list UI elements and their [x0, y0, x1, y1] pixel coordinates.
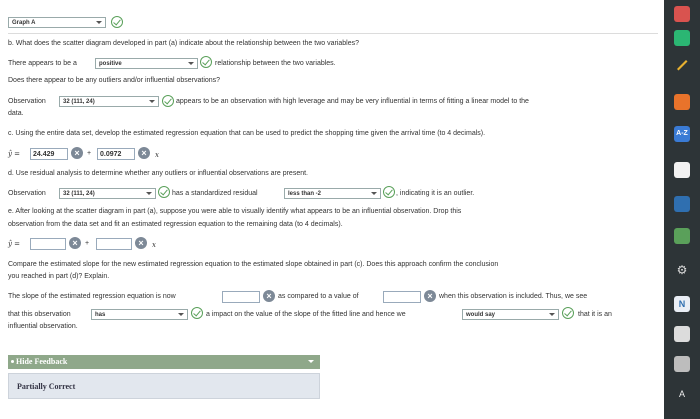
graph-correct-icon: [111, 16, 123, 28]
observation-b-text: appears to be an observation with high l…: [176, 98, 529, 105]
intercept-incorrect-icon: ×: [71, 147, 83, 159]
dock: A-Z ⚙ N A: [664, 0, 700, 419]
part-b-question: b. What does the scatter diagram develop…: [8, 40, 359, 47]
pen-icon[interactable]: [674, 56, 690, 72]
impact-sentence-a: that this observation: [8, 311, 71, 318]
slope-sentence-b: as compared to a value of: [278, 293, 359, 300]
note-icon[interactable]: [674, 326, 690, 342]
old-slope-incorrect-icon: ×: [424, 290, 436, 302]
az-icon[interactable]: A-Z: [674, 126, 690, 142]
feedback-result: Partially Correct: [17, 382, 76, 391]
slope-sentence-c: when this observation is included. Thus,…: [439, 293, 588, 300]
observation-label: Observation: [8, 98, 46, 105]
residual-select[interactable]: less than -2: [284, 188, 381, 199]
part-d-observation-label: Observation: [8, 190, 46, 197]
compare-text-1: Compare the estimated slope for the new …: [8, 261, 499, 268]
browser-icon[interactable]: [674, 162, 690, 178]
e-slope-incorrect-icon: ×: [135, 237, 147, 249]
slope-incorrect-icon: ×: [138, 147, 150, 159]
bullet-icon: [11, 360, 14, 363]
part-d-mid: has a standardized residual: [172, 190, 258, 197]
impact-sentence-c: that it is an: [578, 311, 612, 318]
feedback-panel: Partially Correct: [8, 373, 320, 399]
green-app-icon[interactable]: [674, 30, 690, 46]
divider: [8, 33, 658, 34]
would-select[interactable]: would say: [462, 309, 559, 320]
old-slope-input[interactable]: [383, 291, 421, 303]
hide-feedback-label: Hide Feedback: [16, 357, 68, 366]
new-slope-input[interactable]: [222, 291, 260, 303]
part-e-question-1: e. After looking at the scatter diagram …: [8, 208, 462, 215]
observation-b-text2: data.: [8, 110, 24, 117]
part-c-question: c. Using the entire data set, develop th…: [8, 130, 486, 137]
n-app-icon[interactable]: N: [674, 296, 690, 312]
new-slope-incorrect-icon: ×: [263, 290, 275, 302]
settings-icon[interactable]: ⚙: [674, 262, 690, 278]
relationship-select[interactable]: positive: [95, 58, 198, 69]
part-c-intercept-input[interactable]: 24.429: [30, 148, 68, 160]
relationship-correct-icon: [200, 56, 212, 68]
part-c-slope-input[interactable]: 0.0972: [97, 148, 135, 160]
part-c-x: x: [155, 151, 159, 159]
has-select[interactable]: has: [91, 309, 188, 320]
would-correct-icon: [562, 307, 574, 319]
image-icon[interactable]: [674, 228, 690, 244]
residual-correct-icon: [383, 186, 395, 198]
question-panel: Graph A b. What does the scatter diagram…: [0, 0, 664, 419]
part-d-post: , indicating it is an outlier.: [396, 190, 475, 197]
part-e-question-2: observation from the data set and fit an…: [8, 221, 343, 228]
part-d-question: d. Use residual analysis to determine wh…: [8, 170, 308, 177]
part-e-yhat: ŷ =: [8, 240, 21, 248]
part-e-slope-input[interactable]: [96, 238, 132, 250]
text-size-icon[interactable]: A: [674, 386, 690, 402]
rss-icon[interactable]: [674, 94, 690, 110]
observation-select-b[interactable]: 32 (111, 24): [59, 96, 159, 107]
grid-icon[interactable]: [674, 356, 690, 372]
hide-feedback-toggle[interactable]: Hide Feedback: [8, 355, 320, 369]
part-c-plus: +: [87, 150, 92, 157]
part-b-line1-post: relationship between the two variables.: [215, 60, 336, 67]
e-intercept-incorrect-icon: ×: [69, 237, 81, 249]
blue-app-icon[interactable]: [674, 196, 690, 212]
part-e-x: x: [152, 241, 156, 249]
has-correct-icon: [191, 307, 203, 319]
red-app-icon[interactable]: [674, 6, 690, 22]
impact-sentence-d: influential observation.: [8, 323, 78, 330]
part-b-line2: Does there appear to be any outliers and…: [8, 77, 221, 84]
slope-sentence-a: The slope of the estimated regression eq…: [8, 293, 176, 300]
part-e-plus: +: [85, 240, 90, 247]
compare-text-2: you reached in part (d)? Explain.: [8, 273, 110, 280]
observation-select-d[interactable]: 32 (111, 24): [59, 188, 156, 199]
graph-select[interactable]: Graph A: [8, 17, 106, 28]
observation-b-correct-icon: [162, 95, 174, 107]
part-c-yhat: ŷ =: [8, 150, 21, 158]
impact-sentence-b: a impact on the value of the slope of th…: [206, 311, 406, 318]
chevron-down-icon: [308, 360, 314, 363]
observation-d-correct-icon: [158, 186, 170, 198]
part-e-intercept-input[interactable]: [30, 238, 66, 250]
part-b-line1-pre: There appears to be a: [8, 60, 77, 67]
